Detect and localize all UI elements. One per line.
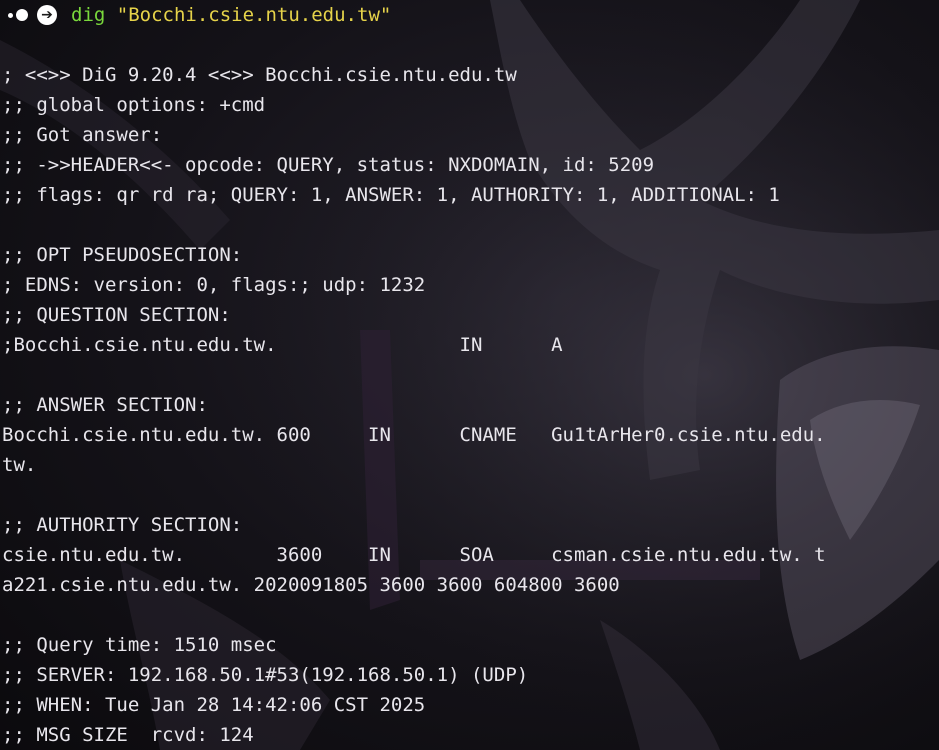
terminal-output: ➔ dig "Bocchi.csie.ntu.edu.tw" ; <<>> DiG…	[0, 0, 939, 750]
output-line: ;; QUESTION SECTION:	[2, 304, 231, 326]
terminal-window[interactable]: ➔ dig "Bocchi.csie.ntu.edu.tw" ; <<>> DiG…	[0, 0, 939, 750]
output-line: Bocchi.csie.ntu.edu.tw. 600 IN CNAME Gu1…	[2, 424, 826, 446]
prompt-dot-icon	[8, 12, 13, 18]
output-line: ;; SERVER: 192.168.50.1#53(192.168.50.1)…	[2, 664, 529, 686]
prompt-arrow-icon: ➔	[37, 5, 57, 25]
output-line: ;; flags: qr rd ra; QUERY: 1, ANSWER: 1,…	[2, 184, 780, 206]
output-line: ; EDNS: version: 0, flags:; udp: 1232	[2, 274, 426, 296]
output-line: ;; ANSWER SECTION:	[2, 394, 208, 416]
output-line: ;; ->>HEADER<<- opcode: QUERY, status: N…	[2, 154, 655, 176]
command-name: dig	[71, 4, 106, 26]
output-line: ;; MSG SIZE rcvd: 124	[2, 724, 254, 746]
prompt-line[interactable]: ➔ dig "Bocchi.csie.ntu.edu.tw"	[2, 0, 939, 30]
output-line: ;; AUTHORITY SECTION:	[2, 514, 243, 536]
output-line: ;; global options: +cmd	[2, 94, 266, 116]
output-line: ;; Query time: 1510 msec	[2, 634, 277, 656]
output-line: ;; WHEN: Tue Jan 28 14:42:06 CST 2025	[2, 694, 426, 716]
output-line: ;; Got answer:	[2, 124, 163, 146]
prompt-circle-icon	[16, 9, 28, 21]
output-line: a221.csie.ntu.edu.tw. 2020091805 3600 36…	[2, 574, 620, 596]
command-argument: "Bocchi.csie.ntu.edu.tw"	[116, 4, 392, 26]
output-line: tw.	[2, 454, 37, 476]
output-line: ;Bocchi.csie.ntu.edu.tw. IN A	[2, 334, 563, 356]
output-line: ; <<>> DiG 9.20.4 <<>> Bocchi.csie.ntu.e…	[2, 64, 517, 86]
output-line: ;; OPT PSEUDOSECTION:	[2, 244, 243, 266]
output-line: csie.ntu.edu.tw. 3600 IN SOA csman.csie.…	[2, 544, 826, 566]
